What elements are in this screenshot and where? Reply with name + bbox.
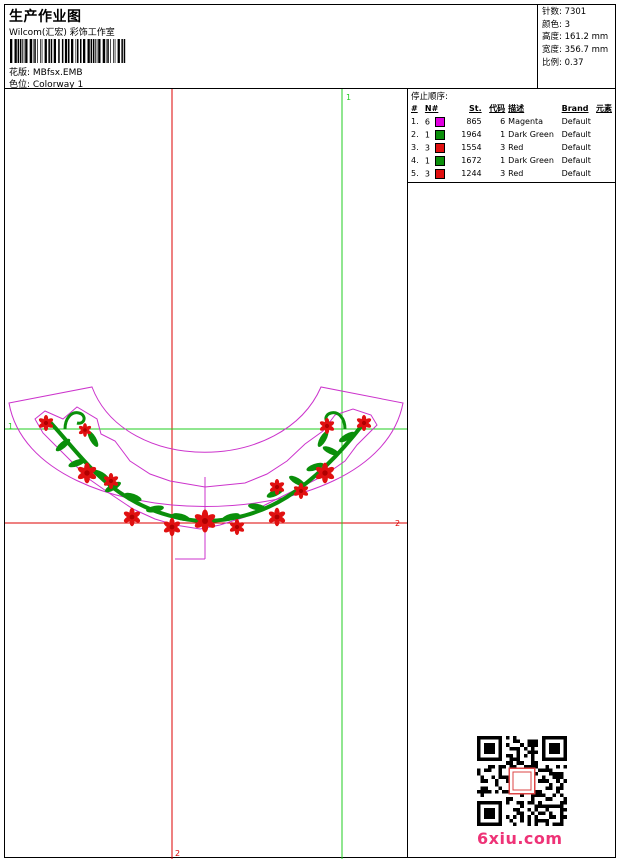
row-needle: 6: [425, 115, 454, 128]
table-row: 5. 3 1244 3 Red Default: [411, 167, 615, 180]
row-element: [596, 115, 615, 128]
row-description: Magenta: [508, 117, 544, 126]
row-description: Dark Green: [508, 130, 554, 139]
stat-row: 颜色: 3: [542, 19, 570, 30]
row-code: 3: [500, 143, 506, 152]
table-row: 1. 6 865 6 Magenta Default: [411, 115, 615, 128]
stats-divider: [537, 5, 538, 88]
green-label-left: 1: [8, 422, 13, 431]
row-needle: 1: [425, 154, 454, 167]
needle-number: 6: [424, 117, 431, 126]
needle-number: 3: [424, 169, 431, 178]
col-brand: Brand: [561, 104, 589, 113]
row-description: Red: [508, 143, 524, 152]
qr-code: [477, 736, 567, 826]
production-sheet: 生产作业图 Wilcom(汇宏) 彩饰工作室 花版: MBfsx.EMB 色位:…: [4, 4, 616, 859]
row-element: [596, 141, 615, 154]
red-label-bottom: 2: [175, 849, 180, 858]
watermark: 6xiu.com: [477, 829, 563, 848]
stat-row: 高度: 161.2 mm: [542, 32, 609, 43]
row-description: Dark Green: [508, 156, 554, 165]
row-brand: Default: [561, 169, 591, 178]
stat-row: 宽度: 356.7 mm: [542, 45, 609, 56]
stop-sequence-table: # N# St. 代码 描述 Brand 元素 1. 6 865 6 Magenta D…: [411, 102, 615, 180]
row-needle: 3: [425, 167, 454, 180]
row-code: 6: [500, 117, 506, 126]
row-index: 4.: [411, 156, 419, 165]
color-swatch: [435, 155, 446, 166]
row-element: [596, 167, 615, 180]
leaf-motif: [322, 446, 340, 456]
row-index: 1.: [411, 117, 419, 126]
col-needle: N#: [424, 104, 439, 113]
color-swatch: [435, 142, 446, 153]
row-index: 5.: [411, 169, 419, 178]
table-header-row: # N# St. 代码 描述 Brand 元素: [411, 102, 615, 115]
color-swatch: [435, 168, 446, 179]
col-stitches: St.: [469, 104, 482, 113]
row-stitches: 1244: [461, 169, 482, 178]
row-code: 1: [500, 156, 506, 165]
stop-sequence-heading: 停止顺序:: [411, 92, 448, 102]
row-brand: Default: [561, 156, 591, 165]
stat-row: 比例: 0.37: [542, 57, 584, 68]
row-element: [596, 128, 615, 141]
leaf-motif: [289, 475, 305, 487]
flower-motif: [163, 517, 181, 537]
table-row: 2. 1 1964 1 Dark Green Default: [411, 128, 615, 141]
row-brand: Default: [561, 130, 591, 139]
row-code: 1: [500, 130, 506, 139]
needle-number: 3: [424, 143, 431, 152]
page-title: 生产作业图: [9, 9, 82, 25]
stats-block: 针数: 7301 颜色: 3 高度: 161.2 mm 宽度: 356.7 mm…: [542, 6, 608, 70]
red-label-right: 2: [395, 519, 400, 528]
col-index: #: [411, 104, 418, 113]
design-canvas: 1 1 2 2: [5, 89, 407, 859]
color-swatch: [435, 116, 446, 127]
row-element: [596, 154, 615, 167]
row-stitches: 1672: [461, 156, 482, 165]
row-brand: Default: [561, 117, 591, 126]
row-index: 3.: [411, 143, 419, 152]
row-description: Red: [508, 169, 524, 178]
row-stitches: 865: [466, 117, 482, 126]
stat-row: 针数: 7301: [542, 7, 587, 17]
row-needle: 1: [425, 128, 454, 141]
needle-number: 1: [424, 156, 431, 165]
panel-divider: [407, 88, 408, 858]
green-label-top: 1: [346, 93, 351, 102]
studio-name: Wilcom(汇宏) 彩饰工作室: [9, 28, 115, 38]
needle-number: 1: [424, 130, 431, 139]
row-stitches: 1964: [461, 130, 482, 139]
color-swatch: [435, 129, 446, 140]
table-row: 4. 1 1672 1 Dark Green Default: [411, 154, 615, 167]
col-element: 元素: [596, 104, 612, 113]
row-brand: Default: [561, 143, 591, 152]
col-description: 描述: [508, 104, 525, 113]
row-index: 2.: [411, 130, 419, 139]
row-stitches: 1554: [461, 143, 482, 152]
barcode: [10, 39, 126, 63]
table-divider: [407, 182, 615, 183]
table-row: 3. 3 1554 3 Red Default: [411, 141, 615, 154]
row-needle: 3: [425, 141, 454, 154]
col-code: 代码: [489, 104, 506, 113]
row-code: 3: [500, 169, 506, 178]
